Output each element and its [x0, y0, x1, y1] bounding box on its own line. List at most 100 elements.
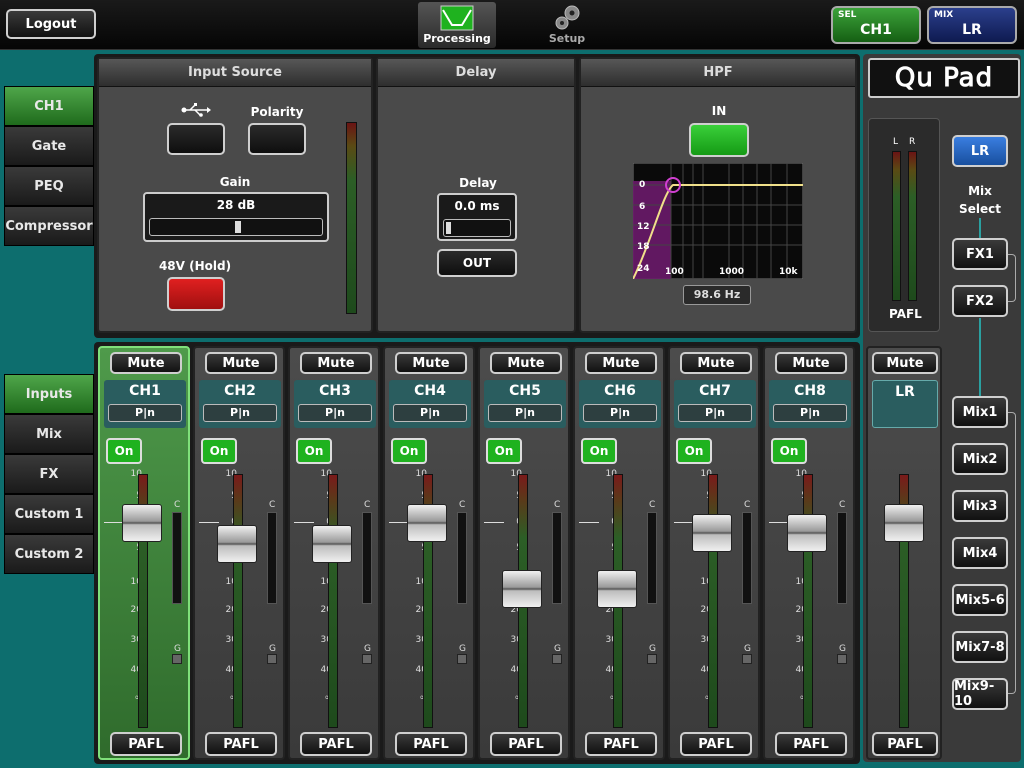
pafl-button[interactable]: PAFL — [490, 732, 562, 756]
on-button[interactable]: On — [581, 438, 617, 464]
pafl-button[interactable]: PAFL — [395, 732, 467, 756]
mute-button[interactable]: Mute — [205, 352, 277, 374]
fader-knob[interactable] — [407, 504, 447, 542]
delay-out-button[interactable]: OUT — [437, 249, 517, 277]
pan-control[interactable]: P|n — [393, 404, 467, 422]
mix-select-mix7-8[interactable]: Mix7-8 — [952, 631, 1008, 663]
pafl-button[interactable]: PAFL — [775, 732, 847, 756]
mix-select-mix5-6[interactable]: Mix5-6 — [952, 584, 1008, 616]
nav-peq[interactable]: PEQ — [4, 166, 94, 206]
usb-source-button[interactable] — [167, 123, 225, 155]
fader-knob[interactable] — [502, 569, 542, 608]
mix-select-mix2[interactable]: Mix2 — [952, 443, 1008, 475]
on-button[interactable]: On — [771, 438, 807, 464]
nav-gate[interactable]: Gate — [4, 126, 94, 166]
fader-knob[interactable] — [312, 524, 352, 563]
on-button[interactable]: On — [296, 438, 332, 464]
channel-name-box[interactable]: CH3 P|n — [294, 380, 376, 428]
delay-control[interactable]: 0.0 ms — [437, 193, 517, 241]
pafl-button[interactable]: PAFL — [110, 732, 182, 756]
nav-compressor[interactable]: Compressor — [4, 206, 94, 246]
tab-processing[interactable]: Processing — [418, 2, 496, 48]
pan-control[interactable]: P|n — [488, 404, 562, 422]
nav-custom-2[interactable]: Custom 2 — [4, 534, 94, 574]
pan-control[interactable]: P|n — [583, 404, 657, 422]
mute-button[interactable]: Mute — [775, 352, 847, 374]
fader-knob[interactable] — [692, 514, 732, 553]
channel-name: CH4 — [414, 383, 446, 399]
on-button[interactable]: On — [486, 438, 522, 464]
pafl-button[interactable]: PAFL — [300, 732, 372, 756]
channel-name-box[interactable]: CH4 P|n — [389, 380, 471, 428]
mute-button[interactable]: Mute — [490, 352, 562, 374]
fader-knob[interactable] — [787, 514, 827, 553]
channel-name-box[interactable]: CH5 P|n — [484, 380, 566, 428]
channel-name-box[interactable]: CH1 P|n — [104, 380, 186, 428]
nav-ch1[interactable]: CH1 — [4, 86, 94, 126]
channel-name-box[interactable]: CH6 P|n — [579, 380, 661, 428]
pan-control[interactable]: P|n — [203, 404, 277, 422]
mix-select-fx1[interactable]: FX1 — [952, 238, 1008, 270]
pan-control[interactable]: P|n — [773, 404, 847, 422]
mute-button[interactable]: Mute — [395, 352, 467, 374]
phantom-48v-button[interactable] — [167, 277, 225, 311]
delay-slider-handle[interactable] — [446, 222, 451, 234]
channel-name-box[interactable]: CH2 P|n — [199, 380, 281, 428]
master-fader-knob[interactable] — [884, 504, 924, 542]
pafl-button[interactable]: PAFL — [680, 732, 752, 756]
hpf-in-button[interactable] — [689, 123, 749, 157]
mix-select-mix9-10[interactable]: Mix9-10 — [952, 678, 1008, 710]
channel-name-box[interactable]: CH8 P|n — [769, 380, 851, 428]
gain-control[interactable]: 28 dB — [143, 192, 329, 242]
pafl-button[interactable]: PAFL — [205, 732, 277, 756]
master-mute-button[interactable]: Mute — [872, 352, 938, 374]
brand-logo: Qu Pad — [868, 58, 1020, 98]
on-button[interactable]: On — [201, 438, 237, 464]
gate-indicator — [172, 654, 182, 664]
gate-label: G — [649, 644, 656, 654]
nav-custom-1[interactable]: Custom 1 — [4, 494, 94, 534]
mix-select-mix4[interactable]: Mix4 — [952, 537, 1008, 569]
delay-slider-track[interactable] — [443, 219, 511, 237]
gain-slider-handle[interactable] — [235, 221, 241, 233]
mute-button[interactable]: Mute — [680, 352, 752, 374]
mix-select-mix1[interactable]: Mix1 — [952, 396, 1008, 428]
mute-button[interactable]: Mute — [110, 352, 182, 374]
mix-select-button[interactable]: MIX LR — [927, 6, 1017, 44]
channel-name: CH6 — [604, 383, 636, 399]
sel-label: SEL — [838, 10, 857, 20]
comp-meter — [362, 512, 372, 604]
master-name-box[interactable]: LR — [872, 380, 938, 428]
nav-fx[interactable]: FX — [4, 454, 94, 494]
mix-select-mix3[interactable]: Mix3 — [952, 490, 1008, 522]
on-button[interactable]: On — [391, 438, 427, 464]
pafl-button[interactable]: PAFL — [585, 732, 657, 756]
tab-setup[interactable]: Setup — [528, 2, 606, 48]
polarity-button[interactable] — [248, 123, 306, 155]
on-button[interactable]: On — [106, 438, 142, 464]
fader-knob[interactable] — [122, 504, 162, 542]
nav-inputs[interactable]: Inputs — [4, 374, 94, 414]
delay-panel: Delay Delay 0.0 ms OUT — [376, 57, 576, 333]
fader-knob[interactable] — [597, 569, 637, 608]
channel-name-box[interactable]: CH7 P|n — [674, 380, 756, 428]
master-name: LR — [895, 384, 915, 400]
pan-control[interactable]: P|n — [108, 404, 182, 422]
pan-control[interactable]: P|n — [678, 404, 752, 422]
on-button[interactable]: On — [676, 438, 712, 464]
pan-control[interactable]: P|n — [298, 404, 372, 422]
mix-select-label-1: Mix — [968, 184, 992, 198]
mix-select-fx2[interactable]: FX2 — [952, 285, 1008, 317]
master-pafl-button[interactable]: PAFL — [872, 732, 938, 756]
channel-name: CH1 — [129, 383, 161, 399]
nav-mix[interactable]: Mix — [4, 414, 94, 454]
logout-button[interactable]: Logout — [6, 9, 96, 39]
mute-button[interactable]: Mute — [300, 352, 372, 374]
hpf-curve-graph[interactable]: 0 6 12 18 24 100 1000 10k — [633, 163, 803, 279]
fader-knob[interactable] — [217, 524, 257, 563]
sel-channel-button[interactable]: SEL CH1 — [831, 6, 921, 44]
gain-slider-track[interactable] — [149, 218, 323, 236]
hpf-title: HPF — [581, 59, 855, 87]
mute-button[interactable]: Mute — [585, 352, 657, 374]
mix-select-lr-button[interactable]: LR — [952, 135, 1008, 167]
